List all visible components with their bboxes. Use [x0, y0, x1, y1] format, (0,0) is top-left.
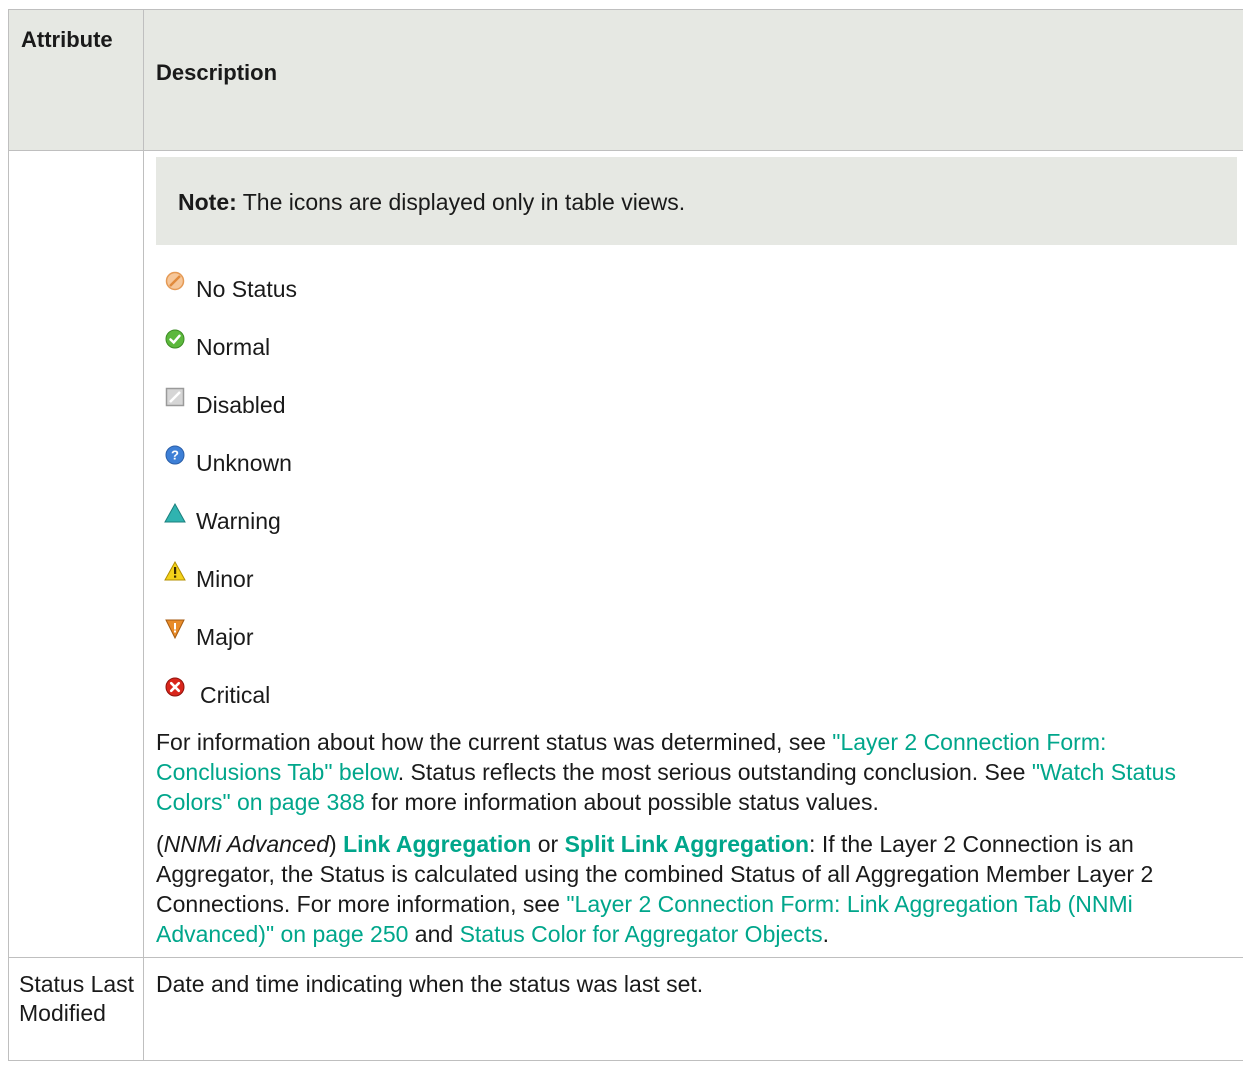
status-item: Minor — [164, 547, 1237, 605]
status-item: Normal — [164, 315, 1237, 373]
attribute-column-header: Attribute — [8, 9, 144, 151]
status-item: Major — [164, 605, 1237, 663]
note-label: Note: — [178, 189, 237, 215]
split-link-aggregation-term: Split Link Aggregation — [564, 831, 810, 857]
aggregation-paragraph: (NNMi Advanced) Link Aggregation or Spli… — [156, 829, 1237, 949]
status-item: ? Unknown — [164, 431, 1237, 489]
status-info-paragraph: For information about how the current st… — [156, 727, 1237, 817]
para-text: . — [822, 921, 830, 947]
status-label: No Status — [196, 276, 297, 302]
para-text: For information about how the current st… — [156, 729, 833, 755]
status-attribute-cell — [8, 150, 144, 958]
status-label: Normal — [196, 334, 271, 360]
description-column-header: Description — [143, 9, 1243, 151]
status-item: Critical — [164, 663, 1237, 721]
status-label: Major — [196, 624, 254, 650]
status-last-modified-row: Status Last Modified Date and time indic… — [8, 957, 1243, 1061]
status-label: Disabled — [196, 392, 286, 418]
status-item: Warning — [164, 489, 1237, 547]
status-color-aggregator-link[interactable]: Status Color for Aggregator Objects — [460, 921, 823, 947]
para-text: ( — [156, 831, 164, 857]
normal-icon — [164, 328, 186, 350]
para-text: and — [408, 921, 460, 947]
status-item: Disabled — [164, 373, 1237, 431]
status-description-cell: Note: The icons are displayed only in ta… — [143, 150, 1243, 958]
para-text: ) — [329, 831, 344, 857]
status-list: No Status Normal Disabled ? Unknown Warn… — [156, 257, 1237, 721]
status-last-modified-attribute: Status Last Modified — [8, 957, 144, 1061]
status-item: No Status — [164, 257, 1237, 315]
svg-text:?: ? — [171, 448, 179, 463]
major-icon — [164, 618, 186, 640]
link-aggregation-term: Link Aggregation — [343, 831, 532, 857]
no-status-icon — [164, 270, 186, 292]
attribute-table: Attribute Description Note: The icons ar… — [8, 9, 1243, 1061]
note-text: The icons are displayed only in table vi… — [236, 189, 686, 215]
para-text: or — [531, 831, 565, 857]
status-label: Critical — [200, 682, 271, 708]
minor-icon — [164, 560, 186, 582]
disabled-icon — [164, 386, 186, 408]
para-text: . Status reflects the most serious outst… — [397, 759, 1032, 785]
note-box: Note: The icons are displayed only in ta… — [156, 157, 1237, 245]
status-row: Note: The icons are displayed only in ta… — [8, 150, 1243, 958]
critical-icon — [164, 676, 186, 698]
status-label: Warning — [196, 508, 281, 534]
header-row: Attribute Description — [8, 9, 1243, 151]
status-label: Minor — [196, 566, 254, 592]
nnmi-advanced-text: NNMi Advanced — [163, 831, 329, 857]
status-label: Unknown — [196, 450, 292, 476]
status-last-modified-description: Date and time indicating when the status… — [143, 957, 1243, 1061]
warning-icon — [164, 502, 186, 524]
unknown-icon: ? — [164, 444, 186, 466]
para-text: for more information about possible stat… — [364, 789, 879, 815]
